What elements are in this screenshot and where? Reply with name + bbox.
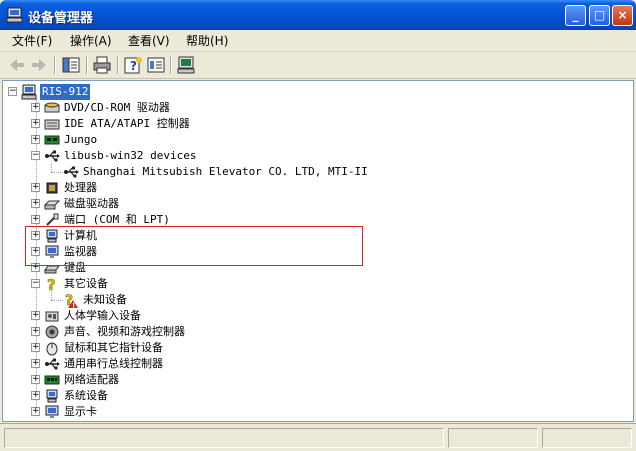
ide-controller-icon xyxy=(44,119,60,130)
minimize-button[interactable]: _ xyxy=(565,5,586,26)
toolbar: ? xyxy=(0,52,636,79)
tree-category-item[interactable]: −? 其它设备 xyxy=(3,276,623,292)
expand-expander[interactable]: + xyxy=(31,375,40,384)
display-adapter-icon xyxy=(45,405,59,418)
tree-item-label[interactable]: Shanghai Mitsubish Elevator CO. LTD, MTI… xyxy=(83,164,368,180)
menu-bar: 文件(F) 操作(A) 查看(V) 帮助(H) xyxy=(0,30,636,52)
title-bar[interactable]: 设备管理器 _ □ × xyxy=(0,0,636,30)
toolbar-separator xyxy=(54,56,56,74)
tree-item-label[interactable]: 系统设备 xyxy=(64,388,108,404)
toolbar-separator xyxy=(170,56,172,74)
tree-category-item[interactable]: + 声音、视频和游戏控制器 xyxy=(3,324,623,340)
hid-icon xyxy=(45,311,59,322)
tree-category-item[interactable]: + 系统设备 xyxy=(3,388,623,404)
root-expander[interactable]: − xyxy=(8,87,17,96)
usb-controller-icon xyxy=(45,358,60,370)
tree-category-item[interactable]: + 网络适配器 xyxy=(3,372,623,388)
status-panel-main xyxy=(4,428,444,448)
forward-arrow-icon[interactable] xyxy=(28,55,50,75)
expand-expander[interactable]: + xyxy=(31,407,40,416)
tree-child-item[interactable]: ?! 未知设备 xyxy=(3,292,623,308)
tree-item-label[interactable]: 人体学输入设备 xyxy=(64,308,141,324)
system-device-icon xyxy=(46,389,58,403)
tree-category-item[interactable]: + 处理器 xyxy=(3,180,623,196)
svg-text:?: ? xyxy=(130,59,137,73)
expand-expander[interactable]: + xyxy=(31,215,40,224)
scan-hardware-icon[interactable] xyxy=(175,55,197,75)
tree-category-item[interactable]: + DVD/CD-ROM 驱动器 xyxy=(3,100,623,116)
expand-expander[interactable]: + xyxy=(31,359,40,368)
tree-item-label[interactable]: 磁盘驱动器 xyxy=(64,196,119,212)
expand-expander[interactable]: + xyxy=(31,343,40,352)
tree-item-label[interactable]: 通用串行总线控制器 xyxy=(64,356,163,372)
jungo-board-icon xyxy=(44,135,60,145)
menu-action[interactable]: 操作(A) xyxy=(70,33,112,50)
expand-expander[interactable]: + xyxy=(31,311,40,320)
back-arrow-icon[interactable] xyxy=(6,55,28,75)
tree-item-label[interactable]: DVD/CD-ROM 驱动器 xyxy=(64,100,170,116)
tree-item-label[interactable]: Jungo xyxy=(64,132,97,148)
dvd-drive-icon xyxy=(44,102,60,113)
maximize-button[interactable]: □ xyxy=(589,5,610,26)
tree-category-item[interactable]: + 鼠标和其它指针设备 xyxy=(3,340,623,356)
computer-icon xyxy=(21,84,37,100)
tree-item-label[interactable]: IDE ATA/ATAPI 控制器 xyxy=(64,116,190,132)
tree-category-item[interactable]: + 人体学输入设备 xyxy=(3,308,623,324)
usb-icon xyxy=(45,150,60,162)
menu-view[interactable]: 查看(V) xyxy=(128,33,170,50)
expand-expander[interactable]: + xyxy=(31,119,40,128)
sound-icon xyxy=(45,325,59,339)
status-panel-secondary xyxy=(448,428,538,448)
tree-child-item[interactable]: Shanghai Mitsubish Elevator CO. LTD, MTI… xyxy=(3,164,623,180)
expand-expander[interactable]: + xyxy=(31,391,40,400)
tree-category-item[interactable]: + 磁盘驱动器 xyxy=(3,196,623,212)
red-highlight-box xyxy=(25,226,363,266)
tree-item-label[interactable]: 网络适配器 xyxy=(64,372,119,388)
processor-icon xyxy=(46,182,58,194)
collapse-expander[interactable]: − xyxy=(31,151,40,160)
menu-file[interactable]: 文件(F) xyxy=(12,33,52,50)
expand-expander[interactable]: + xyxy=(31,103,40,112)
tree-category-item[interactable]: + IDE ATA/ATAPI 控制器 xyxy=(3,116,623,132)
menu-help[interactable]: 帮助(H) xyxy=(186,33,228,50)
unknown-device-warning-icon: ?! xyxy=(65,293,78,308)
tree-category-item[interactable]: + Jungo xyxy=(3,132,623,148)
toolbar-separator xyxy=(117,56,119,74)
tree-category-item[interactable]: − libusb-win32 devices xyxy=(3,148,623,164)
toolbar-separator xyxy=(86,56,88,74)
unknown-device-icon: ? xyxy=(47,276,56,292)
mouse-icon xyxy=(46,342,58,356)
tree-item-label[interactable]: 未知设备 xyxy=(83,292,127,308)
expand-expander[interactable]: + xyxy=(31,135,40,144)
computer-management-icon xyxy=(6,7,23,23)
expand-expander[interactable]: + xyxy=(31,199,40,208)
device-manager-window: 设备管理器 _ □ × 文件(F) 操作(A) 查看(V) 帮助(H) ? − … xyxy=(0,0,636,451)
tree-category-item[interactable]: + 通用串行总线控制器 xyxy=(3,356,623,372)
tree-item-label[interactable]: 处理器 xyxy=(64,180,97,196)
svg-text:?: ? xyxy=(47,276,56,292)
collapse-expander[interactable]: − xyxy=(31,279,40,288)
help-icon[interactable]: ? xyxy=(122,55,144,75)
usb-icon xyxy=(64,166,79,178)
window-title: 设备管理器 xyxy=(28,11,94,26)
properties-icon[interactable] xyxy=(145,55,167,75)
tree-item-label[interactable]: libusb-win32 devices xyxy=(64,148,196,164)
tree-item-label[interactable]: 其它设备 xyxy=(64,276,108,292)
status-panel-tertiary xyxy=(542,428,632,448)
print-icon[interactable] xyxy=(91,55,113,75)
root-computer-name[interactable]: RIS-912 xyxy=(40,84,91,100)
tree-root[interactable]: − RIS-912 xyxy=(3,84,203,100)
tree-item-label[interactable]: 声音、视频和游戏控制器 xyxy=(64,324,185,340)
status-bar xyxy=(0,423,636,451)
tree-item-label[interactable]: 鼠标和其它指针设备 xyxy=(64,340,163,356)
disk-drive-icon xyxy=(44,200,60,210)
close-button[interactable]: × xyxy=(612,5,633,26)
network-adapter-icon xyxy=(44,375,60,385)
tree-item-label[interactable]: 显示卡 xyxy=(64,404,97,420)
expand-expander[interactable]: + xyxy=(31,327,40,336)
tree-category-item[interactable]: + 显示卡 xyxy=(3,404,623,420)
show-hide-tree-icon[interactable] xyxy=(60,55,82,75)
expand-expander[interactable]: + xyxy=(31,183,40,192)
device-tree[interactable]: − RIS-912 + DVD/CD-ROM 驱动器 + IDE ATA/ATAPI … xyxy=(2,80,634,422)
